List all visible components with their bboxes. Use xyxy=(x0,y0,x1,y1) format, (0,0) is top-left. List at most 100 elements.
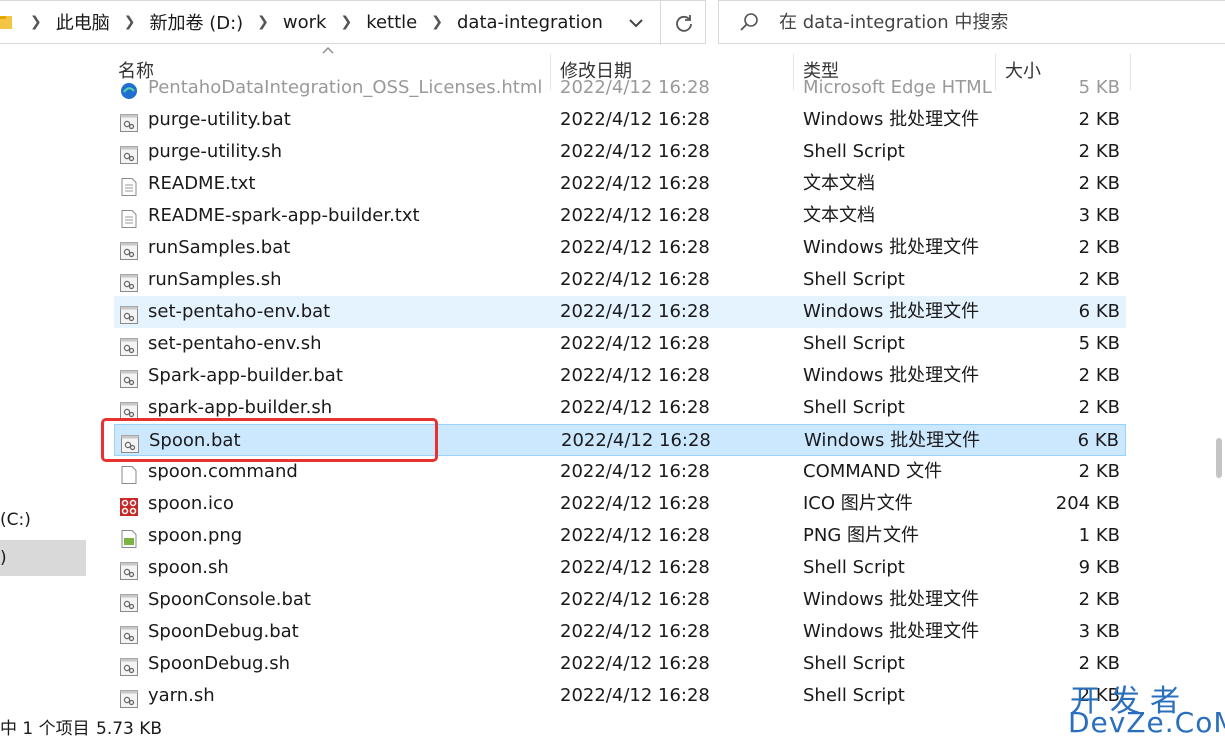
search-icon xyxy=(740,13,758,31)
file-name: spoon.sh xyxy=(148,557,229,578)
file-type: PNG 图片文件 xyxy=(803,525,919,546)
file-row[interactable]: purge-utility.bat 2022/4/12 16:28 Windows … xyxy=(114,104,1126,136)
file-name: purge-utility.sh xyxy=(148,141,283,162)
address-bar[interactable]: ❯ 此电脑 ❯ 新加卷 (D:) ❯ work ❯ kettle ❯ data-… xyxy=(0,0,706,45)
file-date: 2022/4/12 16:28 xyxy=(560,525,710,546)
file-row[interactable]: Spark-app-builder.bat 2022/4/12 16:28 Wind… xyxy=(114,360,1126,392)
batch-file-icon xyxy=(120,623,138,644)
breadcrumb: ❯ 此电脑 ❯ 新加卷 (D:) ❯ work ❯ kettle ❯ data-… xyxy=(20,9,607,35)
file-date: 2022/4/12 16:28 xyxy=(560,685,710,706)
file-date: 2022/4/12 16:28 xyxy=(560,589,710,610)
file-row[interactable]: spoon.sh 2022/4/12 16:28 Shell Script 9 KB xyxy=(114,552,1126,584)
file-date: 2022/4/12 16:28 xyxy=(560,269,710,290)
file-size: 2 KB xyxy=(1078,397,1120,418)
file-size: 2 KB xyxy=(1078,589,1120,610)
file-type: Shell Script xyxy=(803,269,905,290)
file-name: spoon.ico xyxy=(148,493,234,514)
search-input[interactable] xyxy=(777,10,1201,34)
file-name: Spark-app-builder.bat xyxy=(148,365,343,386)
file-size: 2 KB xyxy=(1078,461,1120,482)
file-type: Windows 批处理文件 xyxy=(803,109,980,130)
file-list: PentahoDataIntegration_OSS_Licenses.html… xyxy=(110,78,1130,712)
sort-up-icon xyxy=(322,47,334,54)
batch-file-icon xyxy=(120,367,138,388)
breadcrumb-data-integration[interactable]: data-integration xyxy=(453,12,607,33)
file-size: 3 KB xyxy=(1078,205,1120,226)
file-size: 1 KB xyxy=(1078,525,1120,546)
file-date: 2022/4/12 16:28 xyxy=(560,109,710,130)
script-file-icon xyxy=(120,143,138,164)
file-row[interactable]: README-spark-app-builder.txt 2022/4/12 16… xyxy=(114,200,1126,232)
file-name: runSamples.sh xyxy=(148,269,282,290)
file-date: 2022/4/12 16:28 xyxy=(561,430,711,451)
breadcrumb-drive-d[interactable]: 新加卷 (D:) xyxy=(145,9,247,35)
file-type: Windows 批处理文件 xyxy=(804,430,981,451)
file-date: 2022/4/12 16:28 xyxy=(560,557,710,578)
file-size: 5 KB xyxy=(1078,78,1120,98)
nav-item-drive-c[interactable]: (C:) xyxy=(0,510,31,530)
file-name: PentahoDataIntegration_OSS_Licenses.html xyxy=(148,78,543,98)
file-row[interactable]: spoon.png 2022/4/12 16:28 PNG 图片文件 1 KB xyxy=(114,520,1126,552)
file-type: ICO 图片文件 xyxy=(803,493,913,514)
file-row[interactable]: yarn.sh 2022/4/12 16:28 Shell Script 2 KB xyxy=(114,680,1126,712)
file-type: 文本文档 xyxy=(803,173,875,194)
file-date: 2022/4/12 16:28 xyxy=(560,461,710,482)
file-name: runSamples.bat xyxy=(148,237,291,258)
scrollbar-thumb[interactable] xyxy=(1216,438,1222,478)
png-file-icon xyxy=(120,527,138,548)
file-type: 文本文档 xyxy=(803,205,875,226)
file-name: README.txt xyxy=(148,173,256,194)
file-row[interactable]: purge-utility.sh 2022/4/12 16:28 Shell Scr… xyxy=(114,136,1126,168)
file-row[interactable]: set-pentaho-env.sh 2022/4/12 16:28 Shell S… xyxy=(114,328,1126,360)
file-type: Shell Script xyxy=(803,141,905,162)
status-selection-size: 5.73 KB xyxy=(96,719,163,739)
file-type: Windows 批处理文件 xyxy=(803,589,980,610)
file-row[interactable]: set-pentaho-env.bat 2022/4/12 16:28 Window… xyxy=(114,296,1126,328)
script-file-icon xyxy=(120,399,138,420)
breadcrumb-kettle[interactable]: kettle xyxy=(362,12,421,33)
file-row[interactable]: PentahoDataIntegration_OSS_Licenses.html… xyxy=(114,78,1126,104)
file-row[interactable]: SpoonConsole.bat 2022/4/12 16:28 Windows 批… xyxy=(114,584,1126,616)
breadcrumb-work[interactable]: work xyxy=(279,12,331,33)
text-file-icon xyxy=(120,207,138,228)
file-size: 6 KB xyxy=(1078,301,1120,322)
refresh-button[interactable] xyxy=(660,1,706,45)
file-row[interactable]: SpoonDebug.bat 2022/4/12 16:28 Windows 批处理… xyxy=(114,616,1126,648)
file-date: 2022/4/12 16:28 xyxy=(560,141,710,162)
file-date: 2022/4/12 16:28 xyxy=(560,301,710,322)
file-row[interactable]: runSamples.sh 2022/4/12 16:28 Shell Script… xyxy=(114,264,1126,296)
nav-item-selected[interactable]: ) xyxy=(0,540,86,576)
file-size: 2 KB xyxy=(1078,109,1120,130)
chevron-right-icon[interactable]: ❯ xyxy=(20,14,52,30)
column-divider[interactable] xyxy=(1130,54,1131,90)
chevron-right-icon[interactable]: ❯ xyxy=(330,14,362,30)
search-box[interactable] xyxy=(718,0,1225,44)
file-row[interactable]: README.txt 2022/4/12 16:28 文本文档 2 KB xyxy=(114,168,1126,200)
chevron-down-icon[interactable] xyxy=(624,13,648,33)
file-date: 2022/4/12 16:28 xyxy=(560,205,710,226)
script-file-icon xyxy=(120,335,138,356)
chevron-right-icon[interactable]: ❯ xyxy=(247,14,279,30)
file-size: 2 KB xyxy=(1078,237,1120,258)
file-name: spoon.png xyxy=(148,525,243,546)
status-selection-count: 中 1 个项目 xyxy=(0,719,90,739)
file-size: 6 KB xyxy=(1077,430,1119,451)
chevron-right-icon[interactable]: ❯ xyxy=(421,14,453,30)
chevron-right-icon[interactable]: ❯ xyxy=(114,14,146,30)
file-row[interactable]: spoon.ico 2022/4/12 16:28 ICO 图片文件 204 KB xyxy=(114,488,1126,520)
breadcrumb-this-pc[interactable]: 此电脑 xyxy=(52,9,114,35)
file-date: 2022/4/12 16:28 xyxy=(560,365,710,386)
file-date: 2022/4/12 16:28 xyxy=(560,78,710,98)
file-size: 3 KB xyxy=(1078,621,1120,642)
file-name: SpoonDebug.sh xyxy=(148,653,290,674)
vertical-scrollbar[interactable] xyxy=(1213,78,1225,712)
file-size: 2 KB xyxy=(1078,269,1120,290)
file-type: Microsoft Edge HTML xyxy=(803,78,992,98)
file-date: 2022/4/12 16:28 xyxy=(560,173,710,194)
file-row[interactable]: runSamples.bat 2022/4/12 16:28 Windows 批处理… xyxy=(114,232,1126,264)
edge-html-icon xyxy=(120,79,138,99)
file-date: 2022/4/12 16:28 xyxy=(560,621,710,642)
script-file-icon xyxy=(120,559,138,580)
file-type: Shell Script xyxy=(803,557,905,578)
file-row[interactable]: SpoonDebug.sh 2022/4/12 16:28 Shell Script… xyxy=(114,648,1126,680)
